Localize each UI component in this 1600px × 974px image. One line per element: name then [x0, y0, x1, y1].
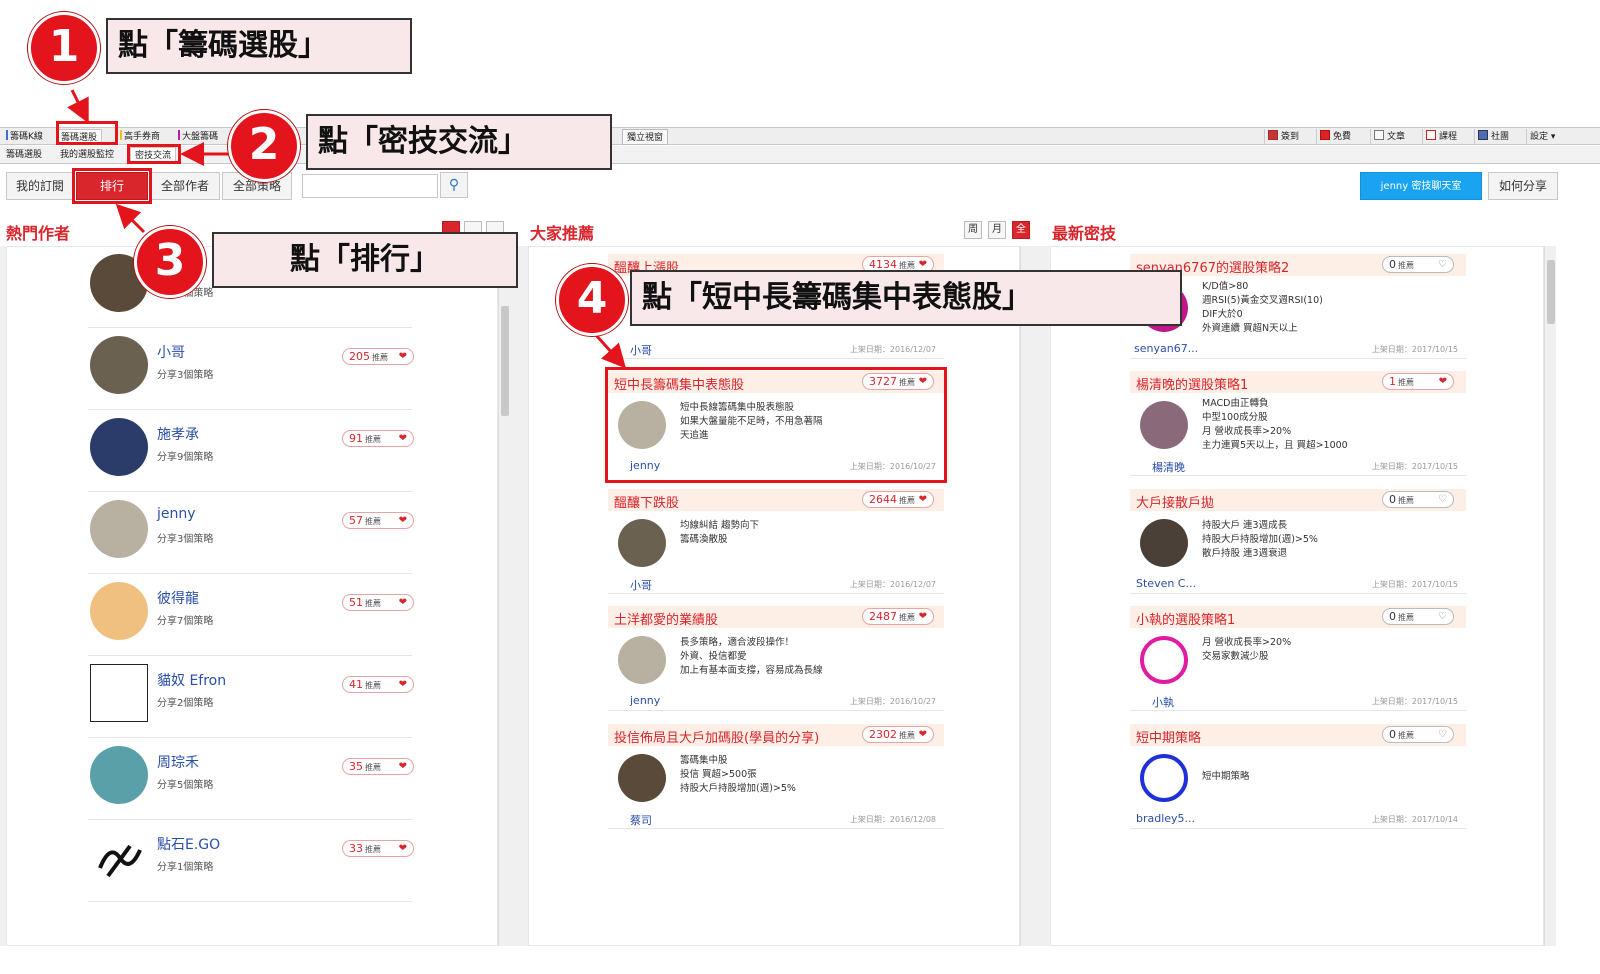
- step-2-callout: 點「密技交流」: [306, 114, 612, 170]
- step-3-callout: 點「排行」: [212, 232, 518, 288]
- step-3-badge: 3: [134, 226, 206, 298]
- step-2-badge: 2: [228, 110, 300, 182]
- step-4-badge: 4: [556, 264, 628, 336]
- step-1-callout: 點「籌碼選股」: [106, 18, 412, 74]
- step-1-badge: 1: [28, 12, 100, 84]
- step-4-callout: 點「短中長籌碼集中表態股」: [630, 270, 1182, 326]
